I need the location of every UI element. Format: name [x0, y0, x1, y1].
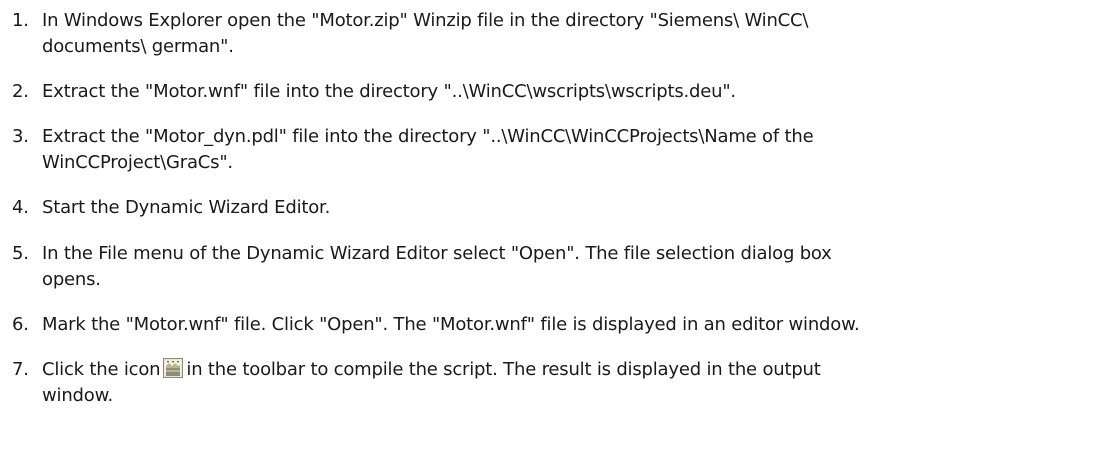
step-text: Click the icon in the toolbar to compile…	[42, 357, 1102, 409]
step-text-line: In Windows Explorer open the "Motor.zip"…	[42, 10, 809, 31]
step-text: Extract the "Motor.wnf" file into the di…	[42, 79, 1102, 105]
step-2: 2. Extract the "Motor.wnf" file into the…	[0, 79, 1117, 105]
step-3: 3. Extract the "Motor_dyn.pdl" file into…	[0, 124, 1117, 176]
step-text-line: Extract the "Motor_dyn.pdl" file into th…	[42, 126, 814, 147]
step-text: Extract the "Motor_dyn.pdl" file into th…	[42, 124, 1102, 176]
step-5: 5. In the File menu of the Dynamic Wizar…	[0, 241, 1117, 293]
step-text-line: window.	[42, 385, 113, 406]
step-text-line: WinCCProject\GraCs".	[42, 152, 233, 173]
step-text: In Windows Explorer open the "Motor.zip"…	[42, 8, 1102, 60]
step-text: Mark the "Motor.wnf" file. Click "Open".…	[42, 312, 1102, 338]
step-number: 1.	[12, 10, 29, 31]
step-number: 3.	[12, 126, 29, 147]
step-1: 1. In Windows Explorer open the "Motor.z…	[0, 8, 1117, 60]
step-text-line: In the File menu of the Dynamic Wizard E…	[42, 243, 832, 264]
step-text-line: in the toolbar to compile the script. Th…	[186, 359, 821, 380]
step-text-line: Start the Dynamic Wizard Editor.	[42, 197, 331, 218]
step-6: 6. Mark the "Motor.wnf" file. Click "Ope…	[0, 312, 1117, 338]
step-text-line: Mark the "Motor.wnf" file. Click "Open".…	[42, 314, 860, 335]
step-text-line: opens.	[42, 269, 101, 290]
step-text: In the File menu of the Dynamic Wizard E…	[42, 241, 1102, 293]
instruction-steps: 1. In Windows Explorer open the "Motor.z…	[0, 8, 1117, 409]
step-text-line: Click the icon	[42, 359, 161, 380]
step-number: 6.	[12, 314, 29, 335]
step-text-line: Extract the "Motor.wnf" file into the di…	[42, 81, 736, 102]
step-text: Start the Dynamic Wizard Editor.	[42, 195, 1102, 221]
step-4: 4. Start the Dynamic Wizard Editor.	[0, 195, 1117, 221]
step-number: 5.	[12, 243, 29, 264]
step-number: 4.	[12, 197, 29, 218]
step-text-line: documents\ german".	[42, 36, 234, 57]
step-7: 7. Click the icon in the toolbar to comp…	[0, 357, 1117, 409]
step-number: 2.	[12, 81, 29, 102]
step-number: 7.	[12, 359, 29, 380]
compile-script-icon	[163, 358, 184, 378]
